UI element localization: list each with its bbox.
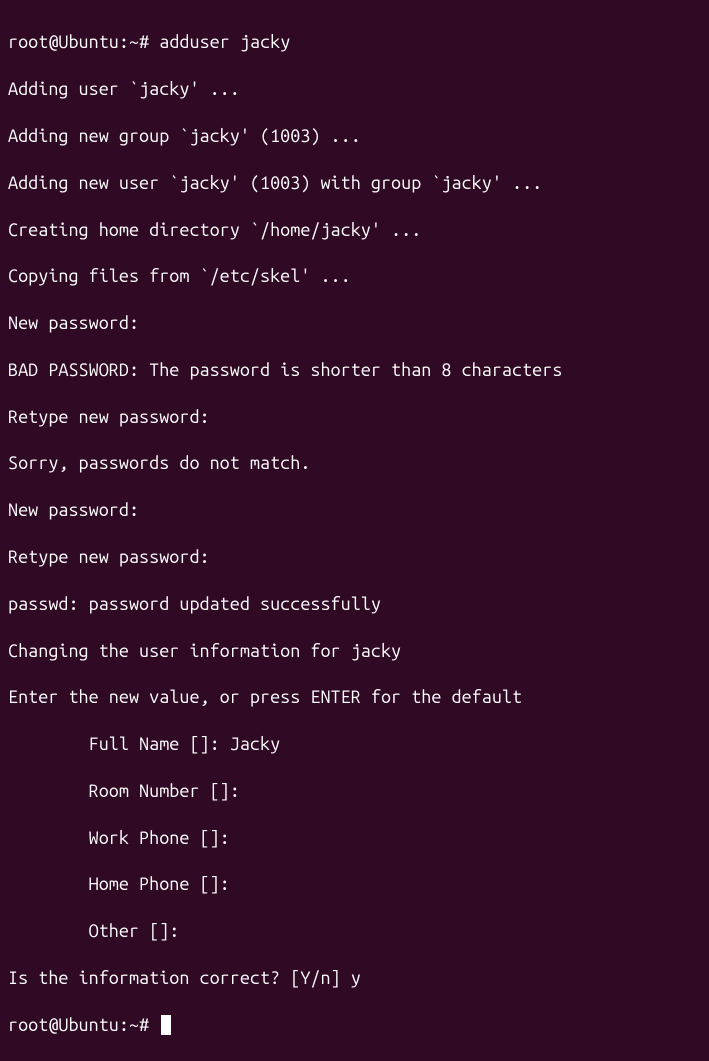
output-line: Retype new password: bbox=[8, 546, 701, 569]
output-line: Sorry, passwords do not match. bbox=[8, 452, 701, 475]
output-line: Enter the new value, or press ENTER for … bbox=[8, 686, 701, 709]
output-line: Work Phone []: bbox=[8, 827, 701, 850]
output-line: Changing the user information for jacky bbox=[8, 640, 701, 663]
output-line: Full Name []: Jacky bbox=[8, 733, 701, 756]
output-line: Home Phone []: bbox=[8, 873, 701, 896]
output-line: New password: bbox=[8, 499, 701, 522]
prompt-path: ~ bbox=[129, 1015, 139, 1035]
prompt-user-host: root@Ubuntu bbox=[8, 32, 119, 52]
output-line: Other []: bbox=[8, 920, 701, 943]
output-line: New password: bbox=[8, 312, 701, 335]
output-line: BAD PASSWORD: The password is shorter th… bbox=[8, 359, 701, 382]
output-line: Creating home directory `/home/jacky' ..… bbox=[8, 219, 701, 242]
prompt-path: ~ bbox=[129, 32, 139, 52]
output-line: Adding new group `jacky' (1003) ... bbox=[8, 125, 701, 148]
output-line: Adding user `jacky' ... bbox=[8, 78, 701, 101]
output-line: Retype new password: bbox=[8, 406, 701, 429]
prompt-line-2: root@Ubuntu:~# bbox=[8, 1014, 701, 1037]
prompt-user-host: root@Ubuntu bbox=[8, 1015, 119, 1035]
command-text: adduser jacky bbox=[159, 32, 290, 52]
output-line: Adding new user `jacky' (1003) with grou… bbox=[8, 172, 701, 195]
output-line: passwd: password updated successfully bbox=[8, 593, 701, 616]
prompt-symbol: # bbox=[139, 32, 149, 52]
output-line: Is the information correct? [Y/n] y bbox=[8, 967, 701, 990]
output-line: Copying files from `/etc/skel' ... bbox=[8, 265, 701, 288]
prompt-line-1: root@Ubuntu:~# adduser jacky bbox=[8, 31, 701, 54]
cursor-block[interactable] bbox=[161, 1015, 171, 1035]
output-line: Room Number []: bbox=[8, 780, 701, 803]
prompt-symbol: # bbox=[139, 1015, 149, 1035]
terminal-window[interactable]: root@Ubuntu:~# adduser jacky Adding user… bbox=[8, 8, 701, 1061]
